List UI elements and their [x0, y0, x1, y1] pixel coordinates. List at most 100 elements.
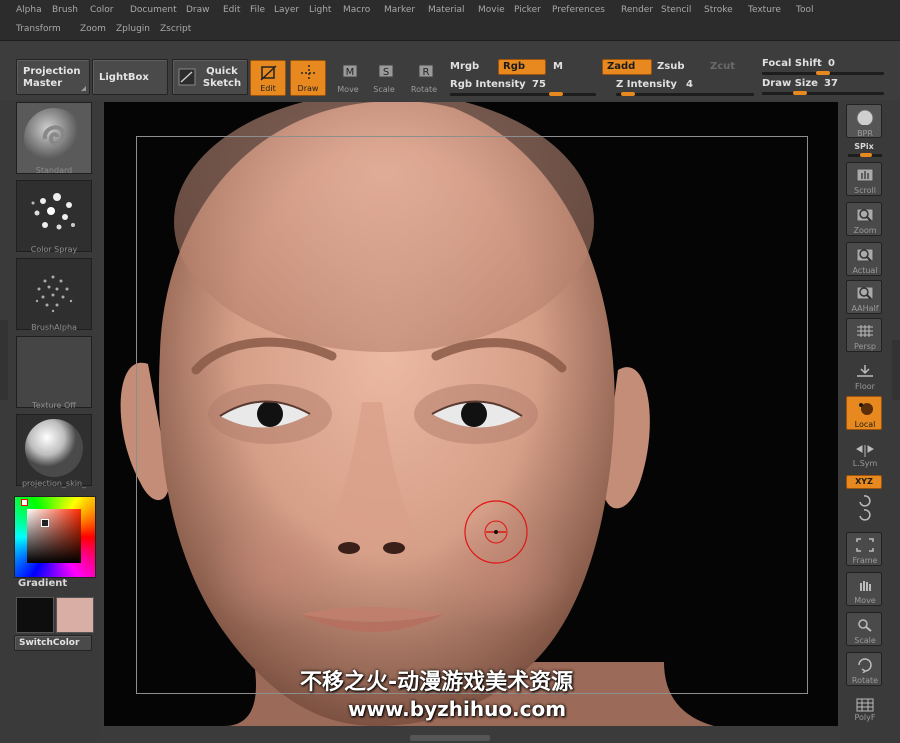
local-label: Local: [854, 420, 876, 429]
rotate-view-button[interactable]: Rotate: [846, 652, 882, 686]
menu-color[interactable]: Color: [90, 5, 114, 15]
menu-layer[interactable]: Layer: [274, 5, 299, 15]
menu-bar: Alpha Brush Color Document Draw Edit Fil…: [0, 0, 900, 41]
menu-zplugin[interactable]: Zplugin: [116, 24, 150, 34]
draw-size-value: 37: [824, 78, 838, 89]
polyframe-grid-icon: [856, 698, 874, 712]
right-tray-handle[interactable]: [892, 340, 900, 400]
menu-stroke[interactable]: Stroke: [704, 5, 733, 15]
menu-marker[interactable]: Marker: [384, 5, 415, 15]
draw-mode-button[interactable]: Draw: [290, 60, 326, 96]
stroke-caption: Color Spray: [30, 245, 78, 254]
quick-sketch-icon: [178, 68, 196, 86]
edit-mode-button[interactable]: Edit: [250, 60, 286, 96]
main-color-swatch[interactable]: [16, 597, 54, 633]
move-mode-button[interactable]: M Move: [330, 60, 366, 96]
quick-sketch-button[interactable]: Quick Sketch: [172, 59, 248, 95]
menu-brush[interactable]: Brush: [52, 5, 78, 15]
menu-material[interactable]: Material: [428, 5, 465, 15]
gradient-label[interactable]: Gradient: [18, 578, 67, 589]
quick-sketch-label: Quick Sketch: [202, 66, 242, 89]
material-selector[interactable]: [16, 414, 92, 486]
z-intensity-slider[interactable]: Z Intensity 4: [614, 79, 754, 97]
color-picker[interactable]: [14, 496, 96, 578]
actual-button[interactable]: Actual: [846, 242, 882, 276]
xyz-label: XYZ: [855, 477, 873, 486]
document-canvas[interactable]: [104, 102, 838, 726]
menu-picker[interactable]: Picker: [514, 5, 541, 15]
menu-macro[interactable]: Macro: [343, 5, 370, 15]
zadd-toggle[interactable]: Zadd: [602, 59, 652, 75]
projection-master-button[interactable]: Projection Master: [16, 59, 90, 95]
scroll-button[interactable]: Scroll: [846, 162, 882, 196]
color-spray-icon: [31, 193, 75, 230]
menu-preferences[interactable]: Preferences: [552, 5, 605, 15]
menu-alpha[interactable]: Alpha: [16, 5, 42, 15]
color-picker-marker[interactable]: [41, 519, 49, 527]
document-frame: [136, 136, 808, 694]
draw-size-slider[interactable]: Draw Size 37: [760, 78, 884, 96]
floor-button[interactable]: Floor: [846, 358, 882, 392]
rgb-intensity-thumb[interactable]: [549, 92, 563, 96]
menu-tool[interactable]: Tool: [796, 5, 813, 15]
frame-button[interactable]: Frame: [846, 532, 882, 566]
alpha-selector[interactable]: [16, 258, 92, 330]
polyf-label: PolyF: [854, 713, 876, 722]
aahalf-button[interactable]: AAHalf: [846, 280, 882, 314]
menu-stencil[interactable]: Stencil: [661, 5, 691, 15]
menu-edit[interactable]: Edit: [223, 5, 240, 15]
alpha-caption: BrushAlpha: [31, 323, 77, 332]
texture-caption: Texture Off: [32, 401, 76, 410]
left-tray: Standard Color Spray BrushAlpha Texture …: [0, 100, 98, 743]
scale-view-button[interactable]: Scale: [846, 612, 882, 646]
xyz-button[interactable]: XYZ: [846, 475, 882, 489]
spix-label: SPix: [854, 142, 874, 151]
focal-shift-slider[interactable]: Focal Shift 0: [760, 58, 884, 76]
focal-shift-value: 0: [828, 58, 835, 69]
menu-draw[interactable]: Draw: [186, 5, 210, 15]
frame-icon: [856, 538, 874, 552]
draw-label: Draw: [297, 84, 319, 93]
switch-color-button[interactable]: SwitchColor: [14, 635, 92, 651]
mrgb-toggle[interactable]: Mrgb: [450, 61, 479, 72]
zoom-button[interactable]: Zoom: [846, 202, 882, 236]
menu-render[interactable]: Render: [621, 5, 653, 15]
m-toggle[interactable]: M: [553, 61, 563, 72]
lsym-label: L.Sym: [852, 459, 878, 468]
texture-selector[interactable]: [16, 336, 92, 408]
lightbox-label: LightBox: [99, 72, 149, 83]
stroke-selector[interactable]: [16, 180, 92, 252]
menu-zoom[interactable]: Zoom: [80, 24, 106, 34]
menu-document[interactable]: Document: [130, 5, 177, 15]
color-picker-square[interactable]: [27, 509, 81, 563]
rotate-mode-button[interactable]: R Rotate: [406, 60, 442, 96]
polyf-button[interactable]: PolyF: [846, 692, 882, 726]
lsym-button[interactable]: L.Sym: [846, 438, 882, 472]
menu-zscript[interactable]: Zscript: [160, 24, 191, 34]
menu-light[interactable]: Light: [309, 5, 331, 15]
move-view-button[interactable]: Move: [846, 572, 882, 606]
menu-texture[interactable]: Texture: [748, 5, 781, 15]
rgb-toggle[interactable]: Rgb: [498, 59, 546, 75]
focal-shift-thumb[interactable]: [816, 71, 830, 75]
draw-size-thumb[interactable]: [793, 91, 808, 95]
secondary-color-swatch[interactable]: [56, 597, 94, 633]
z-intensity-thumb[interactable]: [620, 92, 635, 96]
spix-thumb[interactable]: [860, 153, 872, 157]
zcut-toggle[interactable]: Zcut: [710, 61, 735, 72]
bottom-scroll-handle[interactable]: [410, 735, 490, 741]
brush-selector[interactable]: [16, 102, 92, 174]
rgb-intensity-slider[interactable]: Rgb Intensity 75: [448, 79, 596, 97]
left-tray-handle[interactable]: [0, 320, 8, 400]
perspective-grid-icon: [857, 325, 873, 337]
lightbox-button[interactable]: LightBox: [92, 59, 168, 95]
scale-mode-button[interactable]: S Scale: [366, 60, 402, 96]
menu-transform[interactable]: Transform: [16, 24, 61, 34]
local-button[interactable]: Local: [846, 396, 882, 430]
hand-icon: [856, 168, 874, 182]
persp-button[interactable]: Persp: [846, 318, 882, 352]
menu-file[interactable]: File: [250, 5, 265, 15]
menu-movie[interactable]: Movie: [478, 5, 505, 15]
zsub-toggle[interactable]: Zsub: [657, 61, 684, 72]
bpr-button[interactable]: BPR: [846, 104, 882, 138]
